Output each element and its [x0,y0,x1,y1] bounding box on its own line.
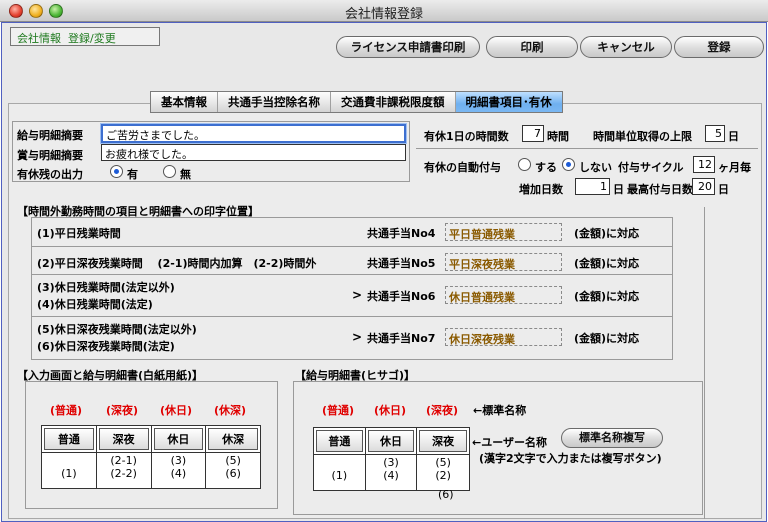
allowance-name-field[interactable]: 休日普通残業 [445,286,562,304]
title-bar: 会社情報登録 [0,0,768,22]
hourly-limit-unit: 日 [728,130,739,143]
hourly-limit-field[interactable]: 5 [705,125,725,142]
allowance-no: 共通手当No5 [367,257,436,270]
overtime-row: (2)平日深夜残業時間 (2-1)時間内加算 (2-2)時間外 共通手当No5 … [31,247,673,275]
overtime-row: (3)休日残業時間(法定以外) (4)休日残業時間(法定) > 共通手当No6 … [31,275,673,317]
leave-output-no-radio[interactable] [163,165,176,178]
input-grid: 普通 深夜 休日 休深 (1) (2-1) (2-2) (3) (4) (5) … [41,425,261,489]
tab-basic-info[interactable]: 基本情報 [151,92,218,112]
red-label: (休日) [160,404,193,417]
panel-divider [704,207,705,519]
red-label: (深夜) [426,404,459,417]
tab-common-allowance[interactable]: 共通手当控除名称 [218,92,331,112]
header-cell[interactable]: 普通 [316,430,363,452]
auto-grant-yes-radio[interactable] [518,158,531,171]
hours-per-day-label: 有休1日の時間数 [424,130,509,143]
amount-note: (金額)に対応 [574,257,640,270]
allowance-no: 共通手当No7 [367,332,436,345]
overtime-item-label: (3)休日残業時間(法定以外) [37,281,175,294]
header-cell[interactable]: 休日 [367,430,415,452]
window-title: 会社情報登録 [344,7,423,22]
increase-days-field[interactable]: 1 [575,178,610,195]
header-cell: 休深 [208,428,258,450]
max-grant-field[interactable]: 20 [692,178,715,195]
header-cell: 深夜 [98,428,149,450]
grant-cycle-unit: ヶ月毎 [718,161,751,174]
amount-note: (金額)に対応 [574,332,640,345]
salary-summary-label: 給与明細摘要 [17,129,83,142]
leave-output-label: 有休残の出力 [17,168,83,181]
red-label: (休深) [214,404,247,417]
auto-grant-no-radio[interactable] [562,158,575,171]
grant-cycle-field[interactable]: 12 [693,156,715,173]
salary-summary-field[interactable]: ご苦労さまでした。 [101,124,406,143]
header-cell: 休日 [153,428,204,450]
register-button[interactable]: 登録 [674,36,764,58]
overtime-item-label: (5)休日深夜残業時間(法定以外) [37,323,197,336]
tab-transport-limit[interactable]: 交通費非課税限度額 [331,92,456,112]
tab-statement-items[interactable]: 明細書項目･有休 [455,92,562,112]
bonus-summary-label: 賞与明細摘要 [17,149,83,162]
overtime-item-label: (1)平日残業時間 [37,227,121,240]
hours-unit: 時間 [547,130,569,143]
license-print-button[interactable]: ライセンス申請書印刷 [336,36,480,58]
header-cell: 普通 [44,428,94,450]
mode-label: 会社情報 登録/変更 [10,27,160,46]
value-cell: (5) (2) [416,454,470,491]
overtime-item-label: (4)休日残業時間(法定) [37,298,153,311]
hours-per-day-field[interactable]: 7 [522,125,544,142]
auto-grant-yes-label: する [535,161,557,174]
increase-days-unit: 日 [613,183,624,196]
overtime-row: (5)休日深夜残業時間(法定以外) (6)休日深夜残業時間(法定) > 共通手当… [31,317,673,360]
auto-grant-label: 有休の自動付与 [424,161,501,174]
extra-value: (6) [438,488,454,501]
header-cell[interactable]: 深夜 [419,430,467,452]
leave-output-yes-label: 有 [127,168,138,181]
red-label: (普通) [50,404,83,417]
value-cell: (1) [41,452,97,489]
red-label: (深夜) [106,404,139,417]
cancel-button[interactable]: キャンセル [580,36,672,58]
amount-note: (金額)に対応 [574,290,640,303]
copy-standard-name-button[interactable]: 標準名称複写 [561,428,663,448]
max-grant-label: 最高付与日数 [627,183,693,196]
overtime-item-label: (2)平日深夜残業時間 (2-1)時間内加算 (2-2)時間外 [37,257,317,270]
allowance-no: 共通手当No4 [367,227,436,240]
allowance-name-field[interactable]: 休日深夜残業 [445,328,562,346]
auto-grant-no-label: しない [579,161,612,174]
hisago-grid: 普通 休日 深夜 (1) (3) (4) (5) (2) [313,427,470,491]
value-cell: (1) [313,454,366,491]
input-hint: (漢字2文字で入力または複写ボタン) [479,452,662,465]
divider [416,148,758,149]
user-name-note: ←ユーザー名称 [472,436,547,449]
increase-days-label: 増加日数 [519,183,563,196]
allowance-name-field[interactable]: 平日深夜残業 [445,253,562,271]
value-cell: (3) (4) [364,454,418,491]
allowance-name-field[interactable]: 平日普通残業 [445,223,562,241]
print-button[interactable]: 印刷 [486,36,578,58]
overtime-row: (1)平日残業時間 共通手当No4 平日普通残業 (金額)に対応 [31,217,673,247]
value-cell: (5) (6) [205,452,261,489]
max-grant-unit: 日 [718,183,729,196]
leave-output-no-label: 無 [180,168,191,181]
amount-note: (金額)に対応 [574,227,640,240]
tab-bar: 基本情報 共通手当控除名称 交通費非課税限度額 明細書項目･有休 [150,91,563,113]
red-label: (休日) [374,404,407,417]
overtime-item-label: (6)休日深夜残業時間(法定) [37,340,175,353]
arrow-marker: > [352,330,363,344]
grant-cycle-label: 付与サイクル [618,161,684,174]
value-cell: (2-1) (2-2) [95,452,152,489]
allowance-no: 共通手当No6 [367,290,436,303]
hourly-limit-label: 時間単位取得の上限 [593,130,692,143]
standard-name-note: ←標準名称 [473,404,527,417]
leave-output-yes-radio[interactable] [110,165,123,178]
arrow-marker: > [352,288,363,302]
bonus-summary-field[interactable]: お疲れ様でした。 [101,144,406,161]
value-cell: (3) (4) [150,452,207,489]
red-label: (普通) [322,404,355,417]
